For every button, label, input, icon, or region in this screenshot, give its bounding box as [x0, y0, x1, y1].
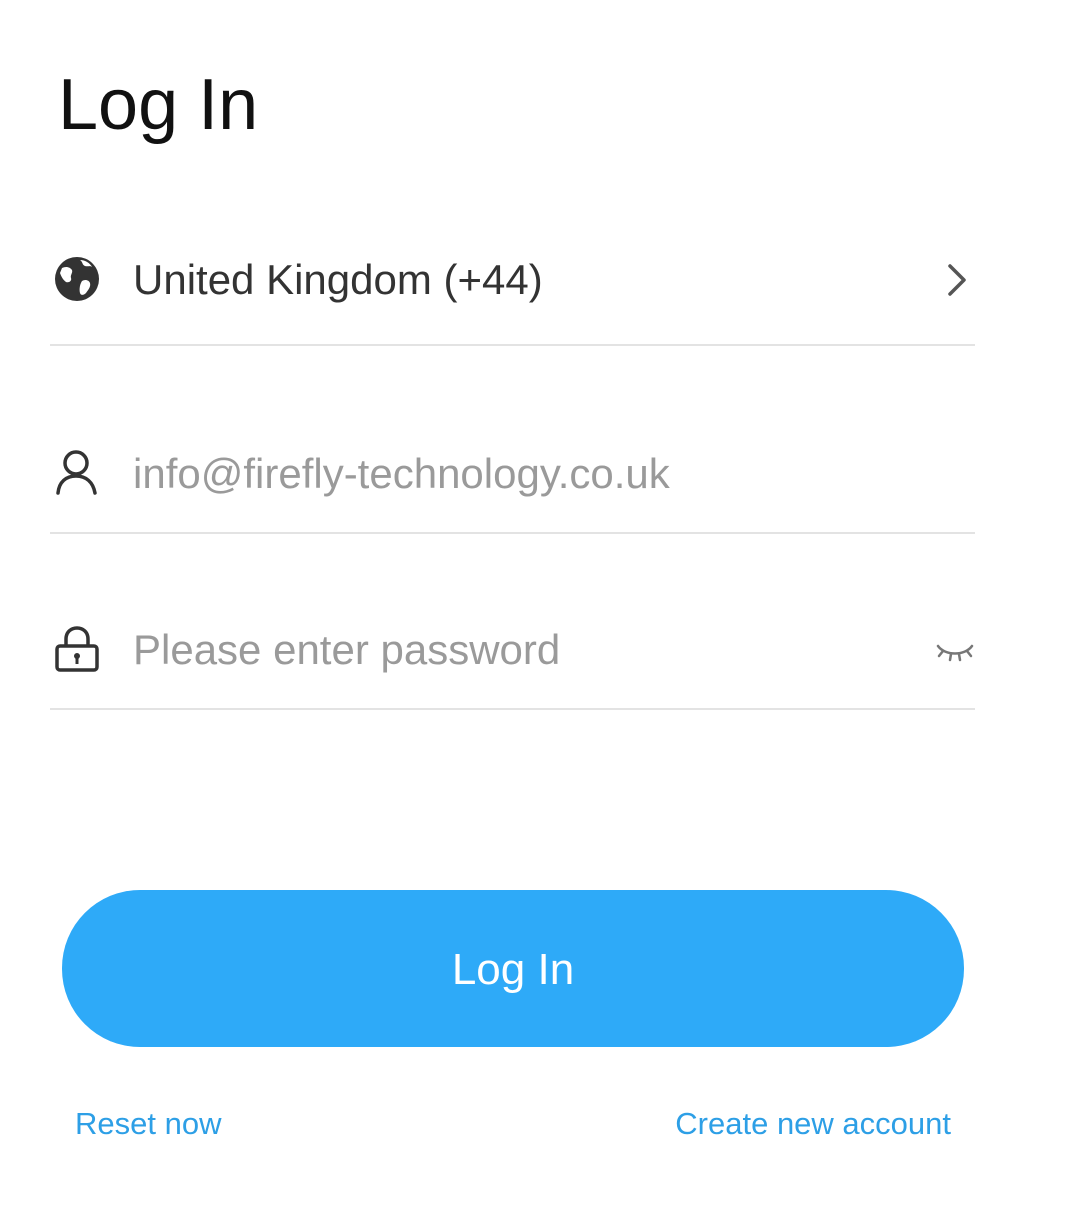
login-button[interactable]: Log In — [62, 890, 964, 1047]
password-input[interactable]: Please enter password — [133, 622, 560, 678]
country-selector[interactable]: United Kingdom (+44) — [50, 224, 975, 346]
page-title: Log In — [58, 65, 259, 145]
password-field[interactable]: Please enter password — [50, 590, 975, 710]
email-input[interactable]: info@firefly-technology.co.uk — [133, 446, 670, 502]
eye-closed-icon[interactable] — [935, 636, 975, 666]
lock-icon — [52, 624, 102, 674]
country-value: United Kingdom (+44) — [133, 256, 543, 303]
create-account-link[interactable]: Create new account — [675, 1104, 951, 1144]
email-field[interactable]: info@firefly-technology.co.uk — [50, 410, 975, 534]
globe-icon — [52, 254, 102, 304]
chevron-right-icon — [935, 258, 975, 302]
user-icon — [52, 446, 102, 496]
reset-password-link[interactable]: Reset now — [75, 1104, 221, 1144]
